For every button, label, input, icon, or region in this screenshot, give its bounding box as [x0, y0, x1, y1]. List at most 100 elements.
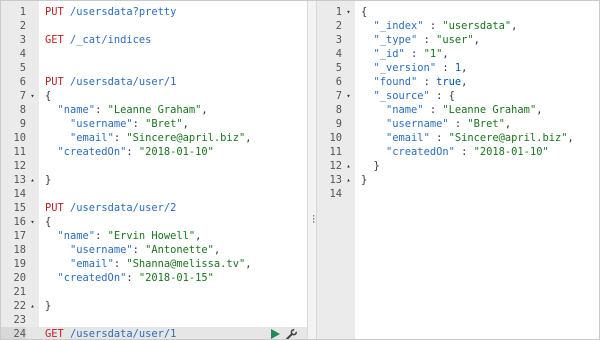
request-line[interactable]: 19 "email": "Shanna@melissa.tv",: [1, 257, 307, 271]
code-token: }: [45, 300, 52, 312]
dev-tools-console: 1 PUT /usersdata?pretty 2 3 GET /_cat/indice…: [0, 0, 600, 340]
code-token: ,: [536, 104, 543, 116]
code-token: :: [113, 258, 127, 270]
request-line[interactable]: 20 "createdOn": "2018-01-15": [1, 271, 307, 285]
response-viewer: 1 ▾{2 "_index" : "usersdata", 3 "_type" : …: [317, 1, 599, 339]
request-line[interactable]: 3 GET /_cat/indices: [1, 33, 307, 47]
request-line[interactable]: 21: [1, 285, 307, 299]
code-token: "email": [386, 132, 430, 144]
request-line[interactable]: 13 ▴}: [1, 173, 307, 187]
line-number: 1: [335, 6, 342, 18]
code-text: GET /usersdata/user/1: [45, 327, 307, 339]
fold-collapse-icon[interactable]: ▾: [28, 89, 37, 103]
line-number: 6: [19, 76, 26, 88]
code-token: "email": [70, 258, 114, 270]
line-number: 18: [13, 244, 26, 256]
request-line[interactable]: 4: [1, 47, 307, 61]
line-number: 19: [13, 258, 26, 270]
line-number: 4: [19, 48, 26, 60]
response-line: 13 ▴}: [317, 173, 599, 187]
request-actions: [271, 327, 297, 339]
code-text: }: [45, 173, 307, 187]
fold-expand-icon[interactable]: ▴: [344, 173, 353, 187]
request-line[interactable]: 7 ▾ {: [1, 89, 307, 103]
line-number: 13: [329, 174, 342, 186]
fold-expand-icon[interactable]: ▴: [28, 299, 37, 313]
request-line[interactable]: 12: [1, 159, 307, 173]
request-line[interactable]: 2: [1, 19, 307, 33]
response-line: 5 "_version" : 1,: [317, 61, 599, 75]
code-text: }: [361, 159, 599, 173]
code-text: "createdOn": "2018-01-10": [45, 145, 307, 159]
code-token: "createdOn": [57, 146, 127, 158]
code-token: "1": [423, 48, 443, 60]
wrench-icon[interactable]: [286, 328, 297, 339]
code-token: ,: [461, 76, 468, 88]
response-line: 2 "_index" : "usersdata",: [317, 19, 599, 33]
request-line[interactable]: 17 "name": "Ervin Howell",: [1, 229, 307, 243]
code-token: {: [45, 90, 52, 102]
fold-collapse-icon[interactable]: ▾: [344, 89, 353, 103]
request-line[interactable]: 24 GET /usersdata/user/1: [1, 327, 307, 339]
request-line[interactable]: 1 PUT /usersdata?pretty: [1, 5, 307, 19]
request-line[interactable]: 9 "username": "Bret",: [1, 117, 307, 131]
line-number: 11: [329, 146, 342, 158]
code-token: :: [132, 244, 146, 256]
request-line[interactable]: 14: [1, 187, 307, 201]
line-number: 7: [335, 90, 342, 102]
response-line: 9 "username" : "Bret",: [317, 117, 599, 131]
code-token: ,: [511, 20, 518, 32]
code-text: "email": "Shanna@melissa.tv",: [45, 257, 307, 271]
request-line[interactable]: 22 ▴}: [1, 299, 307, 313]
code-token: "Ervin Howell": [107, 230, 196, 242]
code-token: /_cat/indices: [63, 34, 152, 46]
request-line[interactable]: 16 ▾ {: [1, 215, 307, 229]
line-number: 3: [335, 34, 342, 46]
code-token: GET: [45, 34, 64, 46]
request-line[interactable]: 5: [1, 61, 307, 75]
fold-collapse-icon[interactable]: ▾: [28, 215, 37, 229]
code-token: /usersdata/user/2: [63, 202, 177, 214]
request-line[interactable]: 10 "email": "Sincere@april.biz",: [1, 131, 307, 145]
fold-collapse-icon[interactable]: ▾: [344, 5, 353, 19]
code-text: "username": "Bret",: [45, 117, 307, 131]
request-line[interactable]: 8 "name": "Leanne Graham",: [1, 103, 307, 117]
code-text: "name": "Ervin Howell",: [45, 229, 307, 243]
line-number: 5: [19, 62, 26, 74]
pane-resizer[interactable]: · · ·: [307, 1, 317, 339]
code-text: "email": "Sincere@april.biz",: [45, 131, 307, 145]
code-text: {: [45, 215, 307, 229]
line-number: 6: [335, 76, 342, 88]
code-token: /usersdata?pretty: [63, 6, 177, 18]
code-token: :: [417, 34, 437, 46]
code-text: "_version" : 1,: [361, 61, 599, 75]
play-icon[interactable]: [271, 329, 280, 339]
code-token: "Shanna@melissa.tv": [126, 258, 246, 270]
fold-expand-icon[interactable]: ▴: [28, 173, 37, 187]
line-number: 14: [329, 188, 342, 200]
request-line[interactable]: 6 PUT /usersdata/user/1: [1, 75, 307, 89]
request-line[interactable]: 11 "createdOn": "2018-01-10": [1, 145, 307, 159]
request-editor[interactable]: 1 PUT /usersdata?pretty 2 3 GET /_cat/indice…: [1, 1, 307, 339]
request-line[interactable]: 23: [1, 313, 307, 327]
code-token: {: [45, 216, 52, 228]
line-number: 11: [13, 146, 26, 158]
code-token: }: [45, 174, 52, 186]
code-token: :: [454, 146, 474, 158]
code-token: ,: [461, 62, 468, 74]
request-line[interactable]: 18 "username": "Antonette",: [1, 243, 307, 257]
line-number: 3: [19, 34, 26, 46]
code-token: "name": [57, 230, 96, 242]
code-text: PUT /usersdata/user/1: [45, 75, 307, 89]
request-lines: 1 PUT /usersdata?pretty 2 3 GET /_cat/indice…: [1, 5, 307, 339]
fold-expand-icon[interactable]: ▴: [344, 159, 353, 173]
request-line[interactable]: 15 PUT /usersdata/user/2: [1, 201, 307, 215]
code-token: "Sincere@april.biz": [126, 132, 246, 144]
code-token: :: [132, 118, 146, 130]
